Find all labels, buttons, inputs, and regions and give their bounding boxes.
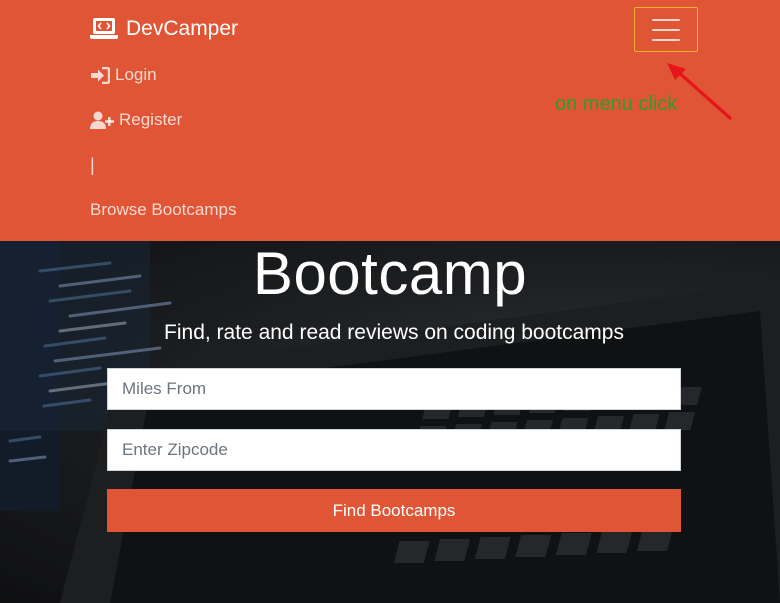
nav-divider: |: [90, 155, 95, 176]
hero-title: Bootcamp: [252, 241, 528, 307]
nav-login-label: Login: [115, 65, 157, 84]
nav-divider-text: |: [90, 155, 95, 175]
brand-name: DevCamper: [126, 17, 239, 40]
zipcode-input[interactable]: [107, 429, 681, 471]
nav-register-label: Register: [119, 110, 183, 129]
hero-subtitle: Find, rate and read reviews on coding bo…: [164, 321, 624, 344]
annotation-text: on menu click: [555, 93, 678, 115]
red-arrow-icon: [667, 63, 732, 120]
hamburger-menu-icon: [652, 18, 680, 21]
nav-register-link[interactable]: Register: [90, 110, 182, 130]
user-plus-icon: [90, 111, 114, 130]
hero-section: Bootcamp Find, rate and read reviews on …: [0, 241, 780, 603]
hamburger-line: [652, 28, 680, 31]
brand-link[interactable]: DevCamper: [90, 17, 238, 41]
nav-browse-label: Browse Bootcamps: [90, 200, 237, 219]
hamburger-line: [652, 38, 680, 41]
nav-browse-bootcamps-link[interactable]: Browse Bootcamps: [90, 200, 236, 220]
nav-login-link[interactable]: Login: [90, 65, 157, 85]
navbar: DevCamper Login Register | Browse Bootca…: [0, 0, 780, 241]
sign-in-icon: [90, 66, 110, 84]
navbar-toggler-button[interactable]: [634, 7, 698, 52]
laptop-code-icon: [90, 17, 118, 41]
find-bootcamps-button[interactable]: Find Bootcamps: [107, 489, 681, 532]
miles-from-input[interactable]: [107, 368, 681, 410]
